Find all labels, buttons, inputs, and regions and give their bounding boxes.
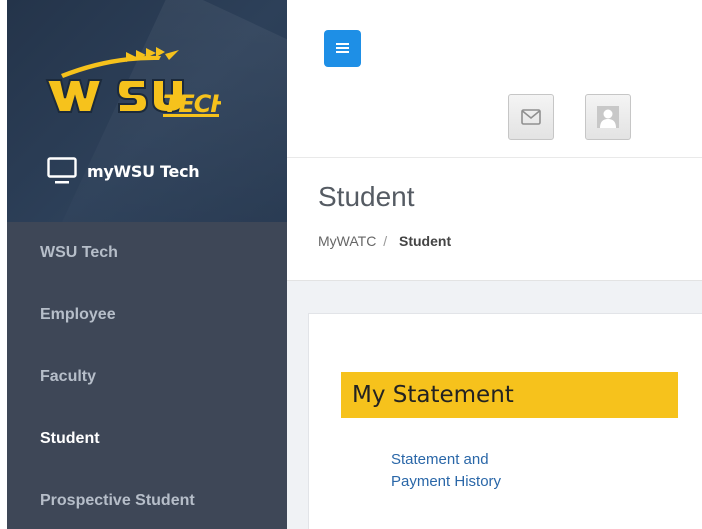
statement-card: My Statement Statement and Payment Histo… (308, 313, 702, 529)
monitor-icon (47, 157, 77, 184)
svg-text:TECH: TECH (163, 90, 221, 118)
left-edge (0, 0, 7, 529)
sidebar-header: TECH myWSU Tech (7, 0, 287, 222)
sidebar-item-faculty[interactable]: Faculty (7, 346, 287, 408)
sidebar-item-wsu-tech[interactable]: WSU Tech (7, 222, 287, 284)
breadcrumb-root-link[interactable]: MyWATC (318, 233, 376, 249)
main-content: Student MyWATC / Student My Statement St… (287, 0, 702, 529)
breadcrumb: MyWATC / Student (318, 233, 451, 249)
user-silhouette-icon (597, 106, 619, 128)
mywsu-tech-brand[interactable]: myWSU Tech (47, 155, 200, 187)
profile-button[interactable] (585, 94, 631, 140)
sidebar-nav: WSU Tech Employee Faculty Student Prospe… (7, 222, 287, 529)
wheat-logo-icon: TECH (45, 47, 221, 118)
wsu-tech-logo[interactable]: TECH (41, 46, 221, 122)
statement-payment-history-link[interactable]: Statement and Payment History (391, 449, 501, 493)
page-title: Student (318, 181, 415, 212)
breadcrumb-current: Student (399, 233, 452, 249)
envelope-icon (521, 109, 541, 125)
sidebar-item-employee[interactable]: Employee (7, 284, 287, 346)
sidebar-item-prospective-student[interactable]: Prospective Student (7, 470, 287, 529)
menu-toggle-button[interactable] (324, 30, 361, 67)
header-divider (287, 157, 702, 158)
breadcrumb-separator: / (383, 233, 388, 249)
section-header: My Statement (341, 372, 678, 418)
messages-button[interactable] (508, 94, 554, 140)
app-name: myWSU Tech (87, 161, 200, 181)
sidebar-item-student[interactable]: Student (7, 408, 287, 470)
sidebar: TECH myWSU Tech WSU Tech Employee Facult… (7, 0, 287, 529)
app-frame: TECH myWSU Tech WSU Tech Employee Facult… (0, 0, 702, 529)
